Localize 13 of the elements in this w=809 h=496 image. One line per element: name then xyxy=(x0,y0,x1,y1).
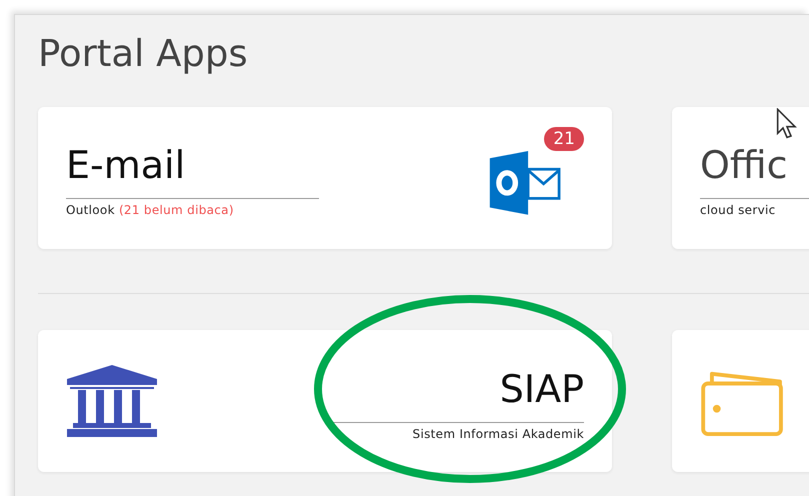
app-card[interactable]: Offic cloud servic xyxy=(672,107,809,249)
app-description: cloud servic xyxy=(700,203,777,218)
building-columns-icon xyxy=(66,365,158,437)
unread-badge: 21 xyxy=(544,127,584,152)
app-description: Outlook (21 belum dibaca) xyxy=(66,203,235,218)
page-title: Portal Apps xyxy=(38,35,249,77)
app-card[interactable]: E-mail Outlook (21 belum dibaca) 21 xyxy=(38,107,612,249)
app-title: Offic xyxy=(700,144,789,186)
app-title: SIAP xyxy=(500,368,584,410)
app-description: Sistem Informasi Akademik xyxy=(412,427,584,442)
app-title: E-mail xyxy=(66,144,186,186)
cursor-icon xyxy=(776,108,798,140)
app-card[interactable]: SIAP Sistem Informasi Akademik xyxy=(38,330,612,472)
